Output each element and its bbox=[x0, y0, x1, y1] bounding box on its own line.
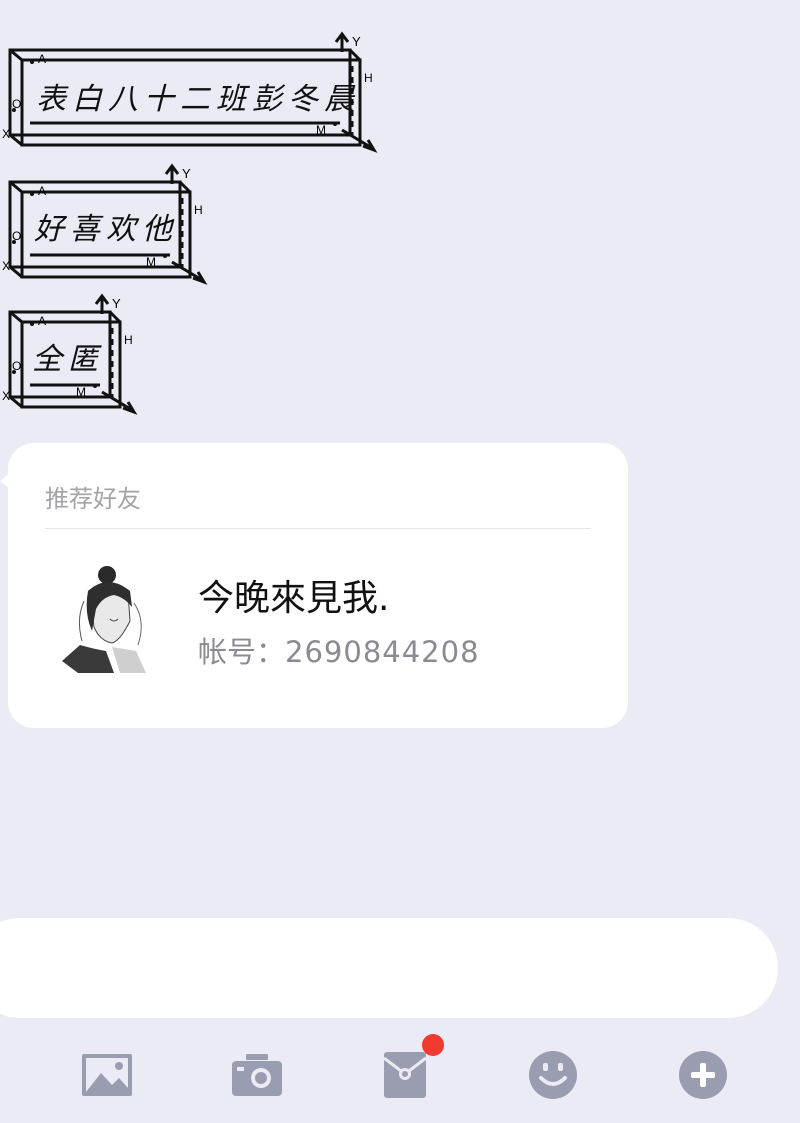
svg-text:X: X bbox=[2, 127, 10, 141]
svg-text:H: H bbox=[364, 71, 373, 85]
account-number: 2690844208 bbox=[285, 635, 480, 669]
sticker-text: 全匿 bbox=[32, 342, 104, 377]
svg-text:A: A bbox=[38, 314, 46, 328]
svg-text:Y: Y bbox=[182, 166, 191, 181]
svg-text:O: O bbox=[12, 229, 21, 243]
axis-label-a: A bbox=[38, 52, 46, 66]
svg-text:X: X bbox=[2, 259, 10, 273]
sticker-box-2[interactable]: A O X Y H M 好喜欢他 bbox=[0, 162, 220, 287]
svg-text:M: M bbox=[76, 385, 86, 399]
svg-text:A: A bbox=[38, 184, 46, 198]
image-icon[interactable] bbox=[80, 1048, 134, 1102]
plus-icon[interactable] bbox=[676, 1048, 730, 1102]
svg-text:H: H bbox=[124, 333, 133, 347]
svg-text:O: O bbox=[12, 97, 21, 111]
contact-account: 帐号：2690844208 bbox=[198, 629, 480, 671]
contact-name: 今晚來見我. bbox=[198, 578, 390, 619]
avatar[interactable] bbox=[50, 561, 170, 673]
avatar-portrait-icon bbox=[62, 566, 146, 673]
card-header: 推荐好友 bbox=[45, 485, 141, 513]
svg-text:Y: Y bbox=[352, 34, 361, 49]
sticker-text: 好喜欢他 bbox=[34, 212, 178, 247]
divider bbox=[45, 528, 591, 529]
sticker-box-3[interactable]: A O X Y H M 全匿 bbox=[0, 292, 150, 417]
contact-card[interactable]: 推荐好友 今晚來見我. 帐号：2690844208 bbox=[8, 443, 628, 728]
svg-text:H: H bbox=[194, 203, 203, 217]
sticker-box-1[interactable]: A O X Y H M 表白八十二班彭冬晨 bbox=[0, 30, 390, 155]
camera-icon[interactable] bbox=[230, 1048, 284, 1102]
svg-text:O: O bbox=[12, 359, 21, 373]
message-input[interactable] bbox=[0, 918, 778, 1018]
notification-badge bbox=[422, 1034, 444, 1056]
svg-text:M: M bbox=[316, 123, 326, 137]
svg-text:M: M bbox=[146, 255, 156, 269]
sticker-text: 表白八十二班彭冬晨 bbox=[36, 82, 360, 117]
svg-text:X: X bbox=[2, 389, 10, 403]
emoji-icon[interactable] bbox=[526, 1048, 580, 1102]
svg-text:Y: Y bbox=[112, 296, 121, 311]
red-packet-icon[interactable] bbox=[378, 1048, 432, 1102]
account-label: 帐号： bbox=[198, 635, 286, 669]
